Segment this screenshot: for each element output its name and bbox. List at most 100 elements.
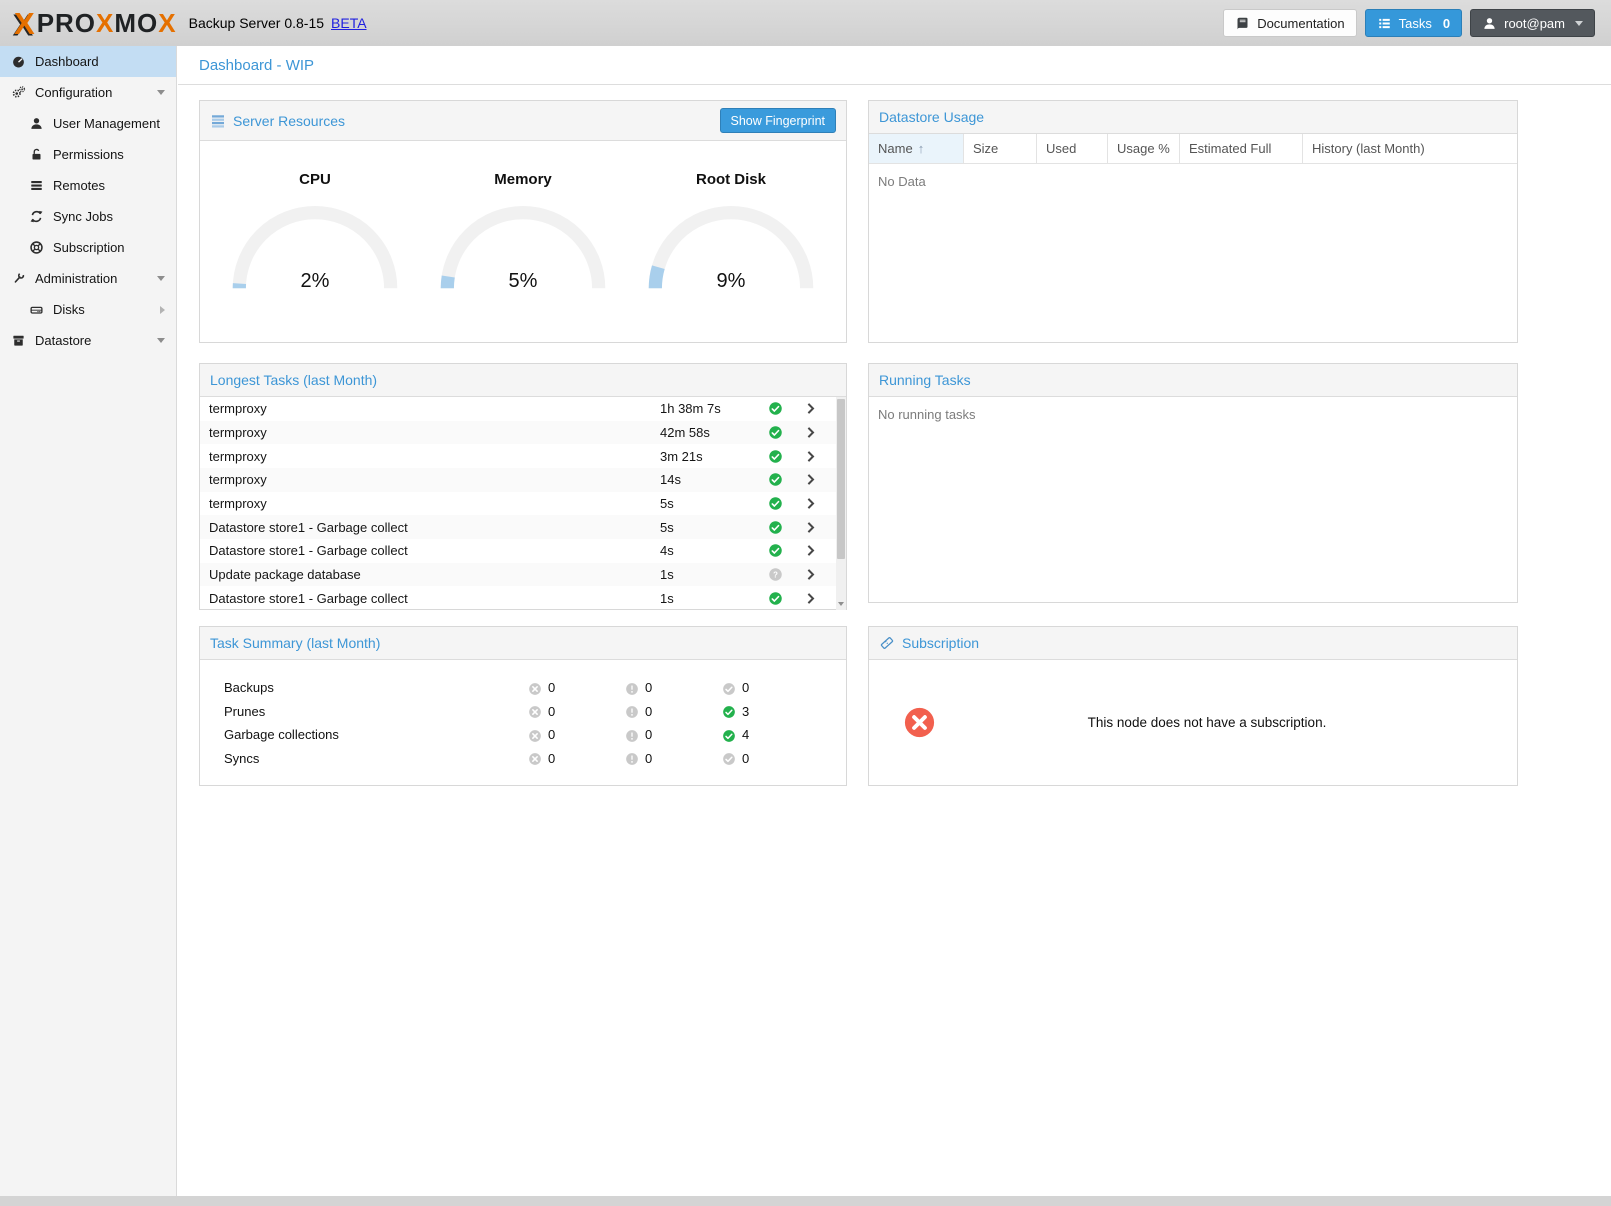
subscription-panel: Subscription This node does not have a s…: [868, 626, 1518, 786]
datastore-usage-title: Datastore Usage: [879, 109, 984, 125]
task-row: termproxy5s: [200, 492, 836, 516]
chevron-right-icon[interactable]: [795, 449, 826, 464]
window-bottom-edge: [0, 1196, 1611, 1206]
column-header-name[interactable]: Name ↑: [869, 134, 964, 163]
subscription-title: Subscription: [902, 635, 979, 651]
user-avatar-icon: [1482, 16, 1497, 31]
sync-icon: [29, 209, 44, 224]
ok-count-icon: [722, 727, 736, 743]
task-row: Datastore store1 - Garbage collect4s: [200, 539, 836, 563]
documentation-button[interactable]: Documentation: [1223, 9, 1356, 37]
user-icon: [29, 116, 44, 131]
task-duration: 1s: [660, 567, 755, 582]
status-ok-icon: [755, 425, 795, 440]
column-header-used[interactable]: Used: [1037, 134, 1108, 163]
sidebar-item-configuration[interactable]: Configuration: [0, 77, 176, 108]
datastore-usage-column-headers: Name ↑ Size Used Usage % Estimated Full …: [869, 134, 1517, 164]
book-icon: [1235, 16, 1250, 31]
stripes-icon: [210, 113, 226, 129]
task-name: Datastore store1 - Garbage collect: [200, 520, 660, 535]
task-row: termproxy3m 21s: [200, 444, 836, 468]
ok-count: 4: [742, 727, 749, 742]
status-ok-icon: [755, 591, 795, 606]
error-count-icon: [528, 680, 542, 696]
tachometer-icon: [11, 54, 26, 69]
warning-count: 0: [645, 680, 652, 695]
sidebar-item-subscription[interactable]: Subscription: [0, 232, 176, 263]
sidebar-item-dashboard[interactable]: Dashboard: [0, 46, 176, 77]
task-name: termproxy: [200, 425, 660, 440]
column-header-estimated-full[interactable]: Estimated Full: [1180, 134, 1303, 163]
warning-count: 0: [645, 751, 652, 766]
unlock-icon: [29, 147, 44, 162]
error-count: 0: [548, 704, 555, 719]
tasks-button[interactable]: Tasks 0: [1365, 9, 1462, 37]
show-fingerprint-button[interactable]: Show Fingerprint: [720, 108, 837, 133]
task-name: termproxy: [200, 496, 660, 511]
task-duration: 1s: [660, 591, 755, 606]
scrollbar[interactable]: [836, 397, 846, 610]
sidebar: Dashboard Configuration User Management …: [0, 46, 177, 1196]
archive-icon: [11, 333, 26, 348]
scrollbar-thumb[interactable]: [837, 399, 845, 559]
sort-asc-icon: ↑: [918, 141, 925, 156]
scrollbar-down-button[interactable]: [836, 598, 846, 610]
task-name: Update package database: [200, 567, 660, 582]
user-menu-button[interactable]: root@pam: [1470, 9, 1595, 37]
chevron-right-icon[interactable]: [795, 567, 826, 582]
column-header-history[interactable]: History (last Month): [1303, 134, 1517, 163]
beta-link[interactable]: BETA: [331, 15, 367, 31]
chevron-right-icon[interactable]: [795, 591, 826, 606]
warning-count: 0: [645, 727, 652, 742]
sidebar-item-permissions[interactable]: Permissions: [0, 139, 176, 170]
warning-count-icon: [625, 751, 639, 767]
no-subscription-icon: [902, 705, 937, 740]
chevron-right-icon[interactable]: [795, 425, 826, 440]
ok-count: 0: [742, 751, 749, 766]
ok-count: 0: [742, 680, 749, 695]
caret-down-icon[interactable]: [157, 276, 165, 281]
task-list-icon: [1377, 16, 1392, 31]
status-ok-icon: [755, 401, 795, 416]
chevron-right-icon[interactable]: [795, 543, 826, 558]
task-duration: 3m 21s: [660, 449, 755, 464]
chevron-right-icon[interactable]: [795, 401, 826, 416]
task-duration: 1h 38m 7s: [660, 401, 755, 416]
subscription-header: Subscription: [869, 627, 1517, 660]
datastore-usage-panel: Datastore Usage Name ↑ Size Used Usage %…: [868, 100, 1518, 343]
memory-gauge: Memory 5%: [430, 157, 616, 295]
sidebar-item-datastore[interactable]: Datastore: [0, 325, 176, 356]
task-duration: 5s: [660, 520, 755, 535]
page-title: Dashboard - WIP: [199, 57, 314, 74]
task-row: Datastore store1 - Garbage collect1s: [200, 586, 836, 610]
status-ok-icon: [755, 449, 795, 464]
sidebar-item-sync-jobs[interactable]: Sync Jobs: [0, 201, 176, 232]
sidebar-item-disks[interactable]: Disks: [0, 294, 176, 325]
task-row: termproxy14s: [200, 468, 836, 492]
task-duration: 14s: [660, 472, 755, 487]
proxmox-logo-text: PROXMOX: [37, 10, 177, 36]
task-summary-list: Backups000Prunes003Garbage collections00…: [200, 660, 846, 770]
column-header-usage-pct[interactable]: Usage %: [1108, 134, 1180, 163]
caret-down-icon[interactable]: [157, 90, 165, 95]
chevron-right-icon[interactable]: [795, 520, 826, 535]
caret-right-icon[interactable]: [160, 306, 165, 314]
product-version-label: Backup Server 0.8-15: [189, 15, 324, 31]
task-name: Datastore store1 - Garbage collect: [200, 591, 660, 606]
error-count: 0: [548, 751, 555, 766]
chevron-down-icon: [1575, 21, 1583, 26]
task-name: termproxy: [200, 472, 660, 487]
cpu-percent: 2%: [227, 270, 403, 293]
sidebar-item-administration[interactable]: Administration: [0, 263, 176, 294]
caret-down-icon[interactable]: [157, 338, 165, 343]
task-row: termproxy42m 58s: [200, 421, 836, 445]
sidebar-item-remotes[interactable]: Remotes: [0, 170, 176, 201]
column-header-size[interactable]: Size: [964, 134, 1037, 163]
status-ok-icon: [755, 472, 795, 487]
chevron-right-icon[interactable]: [795, 496, 826, 511]
summary-row: Prunes003: [200, 700, 846, 724]
chevron-right-icon[interactable]: [795, 472, 826, 487]
task-summary-panel: Task Summary (last Month) Backups000Prun…: [199, 626, 847, 786]
sidebar-item-user-management[interactable]: User Management: [0, 108, 176, 139]
error-count: 0: [548, 680, 555, 695]
